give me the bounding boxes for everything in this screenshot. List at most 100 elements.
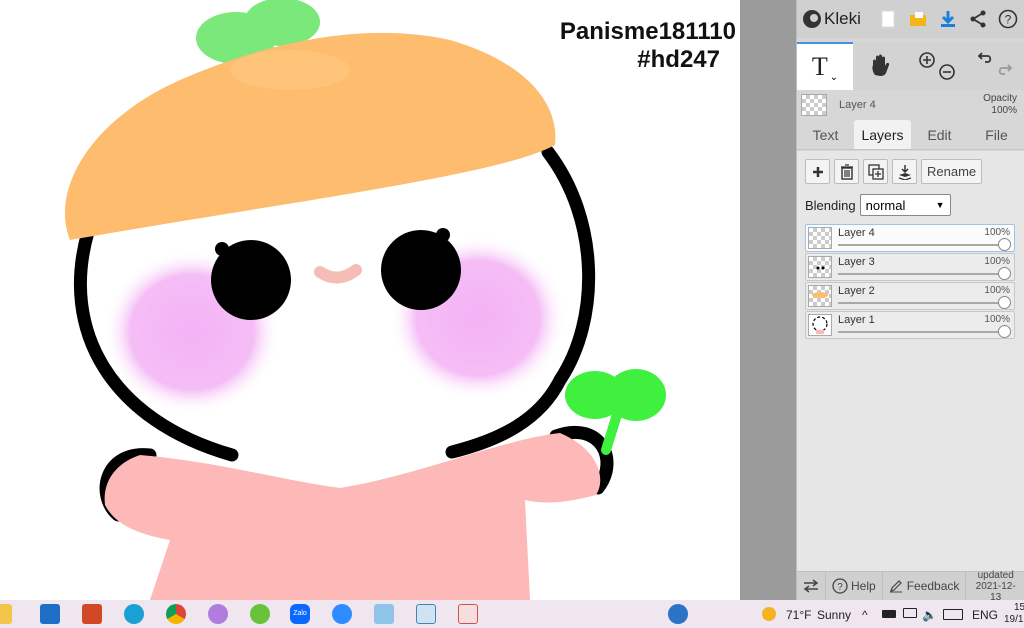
layer-thumbnail — [808, 227, 832, 249]
keyboard-icon[interactable] — [943, 609, 963, 620]
swap-arrows-icon — [803, 579, 819, 593]
tab-file[interactable]: File — [968, 120, 1024, 149]
feedback-button[interactable]: Feedback — [883, 571, 967, 601]
pen-icon — [889, 580, 902, 593]
layer-thumbnail — [808, 314, 832, 336]
delete-layer-button[interactable] — [834, 159, 859, 184]
tab-text[interactable]: Text — [797, 120, 854, 149]
layer-item-2[interactable]: Layer 2 100% — [805, 282, 1015, 310]
layer-item-3[interactable]: Layer 3 100% — [805, 253, 1015, 281]
download-icon[interactable] — [933, 4, 963, 34]
clock-time: 15 — [1014, 602, 1024, 613]
layer-opacity-slider[interactable] — [838, 302, 1008, 304]
help-button[interactable]: ? Help — [826, 571, 883, 601]
help-icon[interactable]: ? — [993, 4, 1023, 34]
layer-item-4[interactable]: Layer 4 100% — [805, 224, 1015, 252]
snip-app-icon[interactable] — [458, 604, 478, 624]
clock[interactable]: 15 19/1 — [1004, 602, 1024, 626]
duplicate-icon — [867, 163, 884, 180]
kleki-logo[interactable]: Kleki — [803, 9, 861, 29]
edge-browser-icon[interactable] — [124, 604, 144, 624]
merge-down-icon — [898, 164, 911, 180]
share-icon[interactable] — [963, 4, 993, 34]
sprout-leaf-right — [606, 369, 666, 421]
layer-opacity-slider[interactable] — [838, 331, 1008, 333]
weather-temperature[interactable]: 71°F — [786, 608, 811, 622]
drawing-canvas[interactable]: Panisme181110 #hd247 — [0, 0, 740, 600]
hand-tool-button[interactable] — [853, 42, 909, 90]
eye-right — [381, 230, 461, 310]
layer-opacity-handle[interactable] — [998, 238, 1011, 251]
zoom-app-icon[interactable] — [332, 604, 352, 624]
help-app-icon[interactable] — [668, 604, 688, 624]
new-file-icon[interactable] — [873, 4, 903, 34]
zalo-app-icon[interactable]: Zalo — [290, 604, 310, 624]
battery-icon[interactable] — [882, 610, 896, 618]
layer-opacity-slider[interactable] — [838, 273, 1008, 275]
duplicate-layer-button[interactable] — [863, 159, 888, 184]
document-app-icon[interactable] — [416, 604, 436, 624]
layer-list: Layer 4 100% Layer 3 100% Layer 2 100% L… — [805, 224, 1015, 340]
zoom-tools — [909, 42, 965, 90]
tool-row: T ⌄ — [797, 42, 1024, 90]
tab-edit[interactable]: Edit — [911, 120, 968, 149]
text-tool-button[interactable]: T ⌄ — [797, 42, 853, 90]
text-tool-icon: T — [811, 52, 828, 81]
layer-opacity: 100% — [984, 285, 1010, 296]
paint-app-icon[interactable] — [374, 604, 394, 624]
layer-name: Layer 3 — [838, 256, 875, 268]
tab-layers[interactable]: Layers — [854, 120, 911, 149]
language-indicator[interactable]: ENG — [972, 608, 998, 622]
zoom-in-icon[interactable] — [917, 50, 937, 70]
layer-opacity-handle[interactable] — [998, 325, 1011, 338]
eye-left-bump — [215, 242, 229, 256]
updated-label: updated — [977, 569, 1014, 581]
network-icon[interactable] — [903, 608, 917, 618]
panel-footer: ? Help Feedback updated 2021-12-13 — [797, 570, 1024, 603]
svg-text:?: ? — [1005, 13, 1012, 27]
layer-thumbnail — [808, 256, 832, 278]
swap-side-button[interactable] — [797, 571, 826, 601]
rename-layer-button[interactable]: Rename — [921, 159, 983, 184]
chevron-down-icon: ▼ — [935, 200, 945, 210]
watermark-line-1: Panisme181110 — [559, 18, 736, 45]
layer-name: Layer 4 — [838, 227, 875, 239]
layer-item-1[interactable]: Layer 1 100% — [805, 311, 1015, 339]
current-layer-opacity: Opacity 100% — [983, 93, 1017, 117]
powerpoint-icon[interactable] — [82, 604, 102, 624]
chevron-up-icon[interactable]: ^ — [862, 608, 868, 622]
purple-app-icon[interactable] — [208, 604, 228, 624]
layer-opacity: 100% — [984, 227, 1010, 238]
chrome-browser-icon[interactable] — [166, 604, 186, 624]
blending-label: Blending — [805, 197, 856, 213]
mouth — [314, 264, 362, 284]
hand-icon — [872, 54, 890, 76]
volume-icon[interactable]: 🔈 — [922, 608, 937, 622]
help-circle-icon: ? — [832, 578, 848, 594]
canvas-drawing — [64, 0, 666, 600]
top-bar: Kleki ? — [797, 0, 1024, 38]
file-explorer-icon[interactable] — [0, 604, 12, 624]
svg-text:?: ? — [837, 582, 843, 593]
zoom-out-icon[interactable] — [937, 62, 957, 82]
merge-layer-button[interactable] — [892, 159, 917, 184]
layer-opacity-slider[interactable] — [838, 244, 1008, 246]
green-app-icon[interactable] — [250, 604, 270, 624]
eye-right-bump — [436, 228, 450, 242]
microsoft-store-icon[interactable] — [40, 604, 60, 624]
layer-opacity-handle[interactable] — [998, 296, 1011, 309]
open-folder-icon[interactable] — [903, 4, 933, 34]
layer-opacity: 100% — [984, 314, 1010, 325]
updated-info[interactable]: updated 2021-12-13 — [966, 570, 1024, 603]
layer-opacity-handle[interactable] — [998, 267, 1011, 280]
opacity-value: 100% — [991, 105, 1017, 116]
layer-name: Layer 1 — [838, 314, 875, 326]
watermark-line-2: #hd247 — [637, 46, 720, 73]
redo-icon[interactable] — [995, 62, 1015, 82]
add-layer-button[interactable] — [805, 159, 830, 184]
hat-leaf-right — [244, 0, 320, 46]
opacity-label: Opacity — [983, 93, 1017, 104]
undo-icon[interactable] — [975, 50, 995, 70]
weather-condition[interactable]: Sunny — [817, 608, 851, 622]
blending-select[interactable]: normal ▼ — [859, 194, 951, 216]
